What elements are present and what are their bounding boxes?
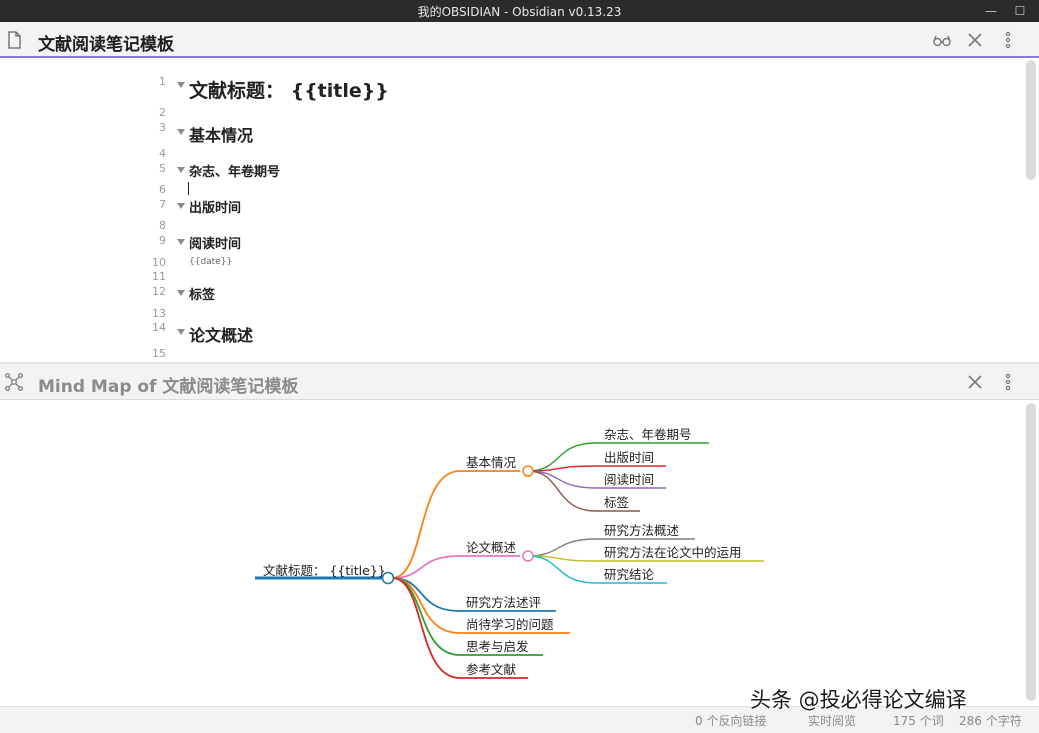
mindmap-branch-label[interactable]: 思考与启发 bbox=[466, 639, 529, 654]
editor-heading[interactable]: 标签 bbox=[189, 284, 215, 303]
mindmap-branch-label[interactable]: 论文概述 bbox=[466, 540, 517, 555]
mindmap-child-label[interactable]: 杂志、年卷期号 bbox=[604, 427, 692, 442]
markdown-editor[interactable]: 1 文献标题： {{title}} 2 3 基本情况 4 5 杂志、年卷期号 6 7 出版时间 8 9 阅… bbox=[0, 58, 1039, 362]
window-title-bar: 我的OBSIDIAN - Obsidian v0.13.23 — ☐ bbox=[0, 0, 1039, 22]
line-number: 2 bbox=[159, 106, 166, 119]
line-number: 7 bbox=[159, 198, 166, 211]
fold-arrow-icon[interactable] bbox=[177, 129, 185, 135]
editor-heading[interactable]: 基本情况 bbox=[189, 122, 253, 146]
editor-heading[interactable]: 杂志、年卷期号 bbox=[189, 161, 280, 180]
editor-heading[interactable]: 论文概述 bbox=[189, 322, 253, 346]
mindmap-child-curve bbox=[527, 555, 597, 584]
maximize-button[interactable]: ☐ bbox=[1011, 2, 1029, 20]
line-number: 9 bbox=[159, 234, 166, 247]
text-cursor bbox=[188, 182, 189, 195]
mindmap-pane-title[interactable]: Mind Map of 文献阅读笔记模板 bbox=[38, 372, 298, 397]
mindmap-collapse-toggle[interactable] bbox=[522, 550, 534, 562]
editing-mode[interactable]: 实时阅览 bbox=[808, 712, 856, 729]
mindmap-branch-curve bbox=[391, 577, 461, 656]
window-title: 我的OBSIDIAN - Obsidian v0.13.23 bbox=[417, 5, 622, 19]
backlinks-count[interactable]: 0 个反向链接 bbox=[695, 712, 766, 729]
more-options-icon[interactable] bbox=[997, 29, 1019, 51]
mindmap-child-label[interactable]: 标签 bbox=[604, 495, 630, 510]
fold-arrow-icon[interactable] bbox=[177, 82, 185, 88]
line-number: 10 bbox=[152, 256, 166, 269]
mindmap-child-curve bbox=[527, 538, 597, 557]
line-number: 12 bbox=[152, 285, 166, 298]
mindmap-child-label[interactable]: 研究方法概述 bbox=[604, 523, 680, 538]
mindmap-child-curve bbox=[527, 470, 597, 489]
close-icon[interactable] bbox=[964, 29, 986, 51]
mindmap-icon bbox=[5, 373, 23, 391]
close-icon[interactable] bbox=[964, 371, 986, 393]
fold-arrow-icon[interactable] bbox=[177, 203, 185, 209]
mindmap-branch-curve bbox=[391, 577, 461, 679]
watermark: 头条 @投必得论文编译 bbox=[750, 688, 967, 712]
editor-scrollbar[interactable] bbox=[1026, 60, 1036, 180]
editor-pane-title[interactable]: 文献阅读笔记模板 bbox=[38, 30, 174, 55]
mindmap-root-label[interactable]: 文献标题： {{title}} bbox=[263, 563, 386, 578]
line-number: 8 bbox=[159, 219, 166, 232]
reading-view-icon[interactable] bbox=[931, 29, 953, 51]
mindmap-branch-label[interactable]: 基本情况 bbox=[466, 455, 517, 470]
editor-pane-header: 文献阅读笔记模板 bbox=[0, 22, 1039, 58]
fold-arrow-icon[interactable] bbox=[177, 167, 185, 173]
editor-heading[interactable]: 文献标题： {{title}} bbox=[189, 76, 389, 103]
char-count: 286 个字符 bbox=[959, 714, 1022, 728]
mindmap-scrollbar[interactable] bbox=[1026, 403, 1036, 701]
word-count: 175 个词 bbox=[893, 714, 944, 728]
mindmap-root-toggle[interactable] bbox=[381, 571, 395, 585]
fold-arrow-icon[interactable] bbox=[177, 329, 185, 335]
mindmap-child-curve bbox=[527, 470, 597, 512]
line-number: 6 bbox=[159, 183, 166, 196]
file-icon bbox=[8, 31, 21, 49]
line-number: 5 bbox=[159, 162, 166, 175]
mindmap-branch-label[interactable]: 参考文献 bbox=[466, 662, 516, 677]
mindmap-child-label[interactable]: 研究结论 bbox=[604, 567, 655, 582]
line-number: 11 bbox=[152, 270, 166, 283]
mindmap-svg[interactable]: 文献标题： {{title}} 基本情况 杂志、年卷期号出版时间阅读时间标签论文概述… bbox=[0, 401, 1039, 706]
more-options-icon[interactable] bbox=[997, 371, 1019, 393]
mindmap-canvas[interactable]: 文献标题： {{title}} 基本情况 杂志、年卷期号 出版时间阅读时间标签论文概述… bbox=[0, 401, 1039, 706]
mindmap-pane-header: Mind Map of 文献阅读笔记模板 bbox=[0, 364, 1039, 400]
mindmap-branch-label[interactable]: 尚待学习的问题 bbox=[466, 617, 554, 632]
editor-heading[interactable]: 出版时间 bbox=[189, 197, 241, 216]
minimize-button[interactable]: — bbox=[982, 2, 1000, 20]
mindmap-collapse-toggle[interactable] bbox=[522, 465, 534, 477]
fold-arrow-icon[interactable] bbox=[177, 239, 185, 245]
mindmap-child-label[interactable]: 出版时间 bbox=[604, 450, 654, 465]
editor-text[interactable]: {{date}} bbox=[189, 257, 232, 267]
fold-arrow-icon[interactable] bbox=[177, 290, 185, 296]
line-number: 4 bbox=[159, 147, 166, 160]
mindmap-child-curve bbox=[527, 465, 597, 472]
line-number: 15 bbox=[152, 347, 166, 360]
mindmap-child-label[interactable]: 研究方法在论文中的运用 bbox=[604, 545, 742, 560]
line-number: 13 bbox=[152, 307, 166, 320]
line-number: 14 bbox=[152, 321, 166, 334]
mindmap-branch-label[interactable]: 研究方法述评 bbox=[466, 595, 541, 610]
mindmap-child-label[interactable]: 阅读时间 bbox=[604, 472, 654, 487]
editor-heading[interactable]: 阅读时间 bbox=[189, 233, 241, 252]
line-number: 1 bbox=[159, 75, 166, 88]
mindmap-branch-curve bbox=[391, 470, 461, 579]
line-number: 3 bbox=[159, 121, 166, 134]
